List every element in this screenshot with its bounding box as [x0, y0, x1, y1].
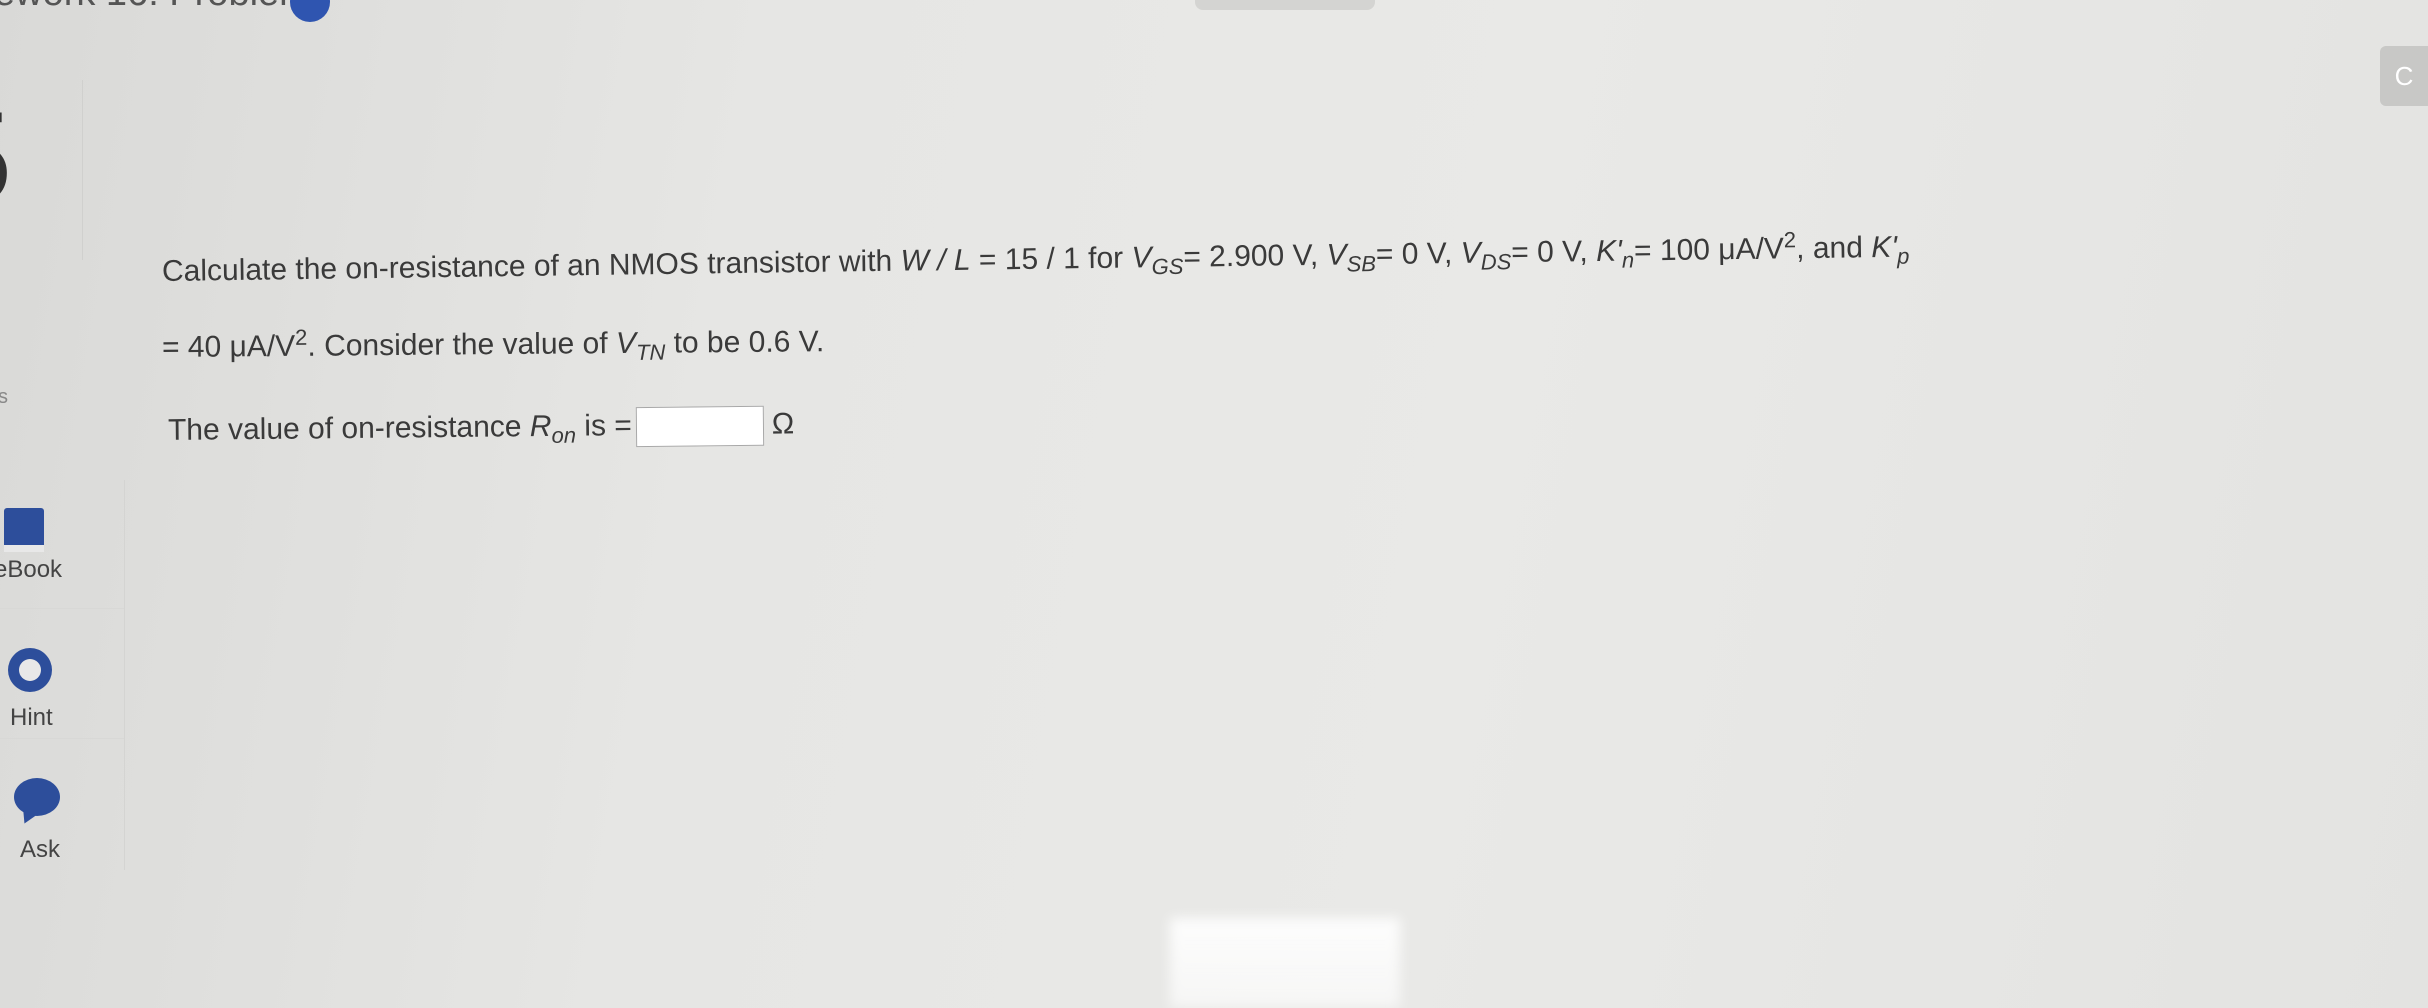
tools-sidebar: eBook Hint Ask — [0, 480, 125, 870]
ebook-button[interactable]: eBook — [0, 480, 124, 609]
ask-label: Ask — [20, 836, 61, 863]
question-text-line-1: Calculate the on-resistance of an NMOS t… — [161, 227, 1910, 288]
screen-glare — [1170, 918, 1400, 1008]
answer-prompt: The value of on-resistance — [167, 410, 531, 447]
book-icon — [4, 508, 44, 552]
hint-button[interactable]: Hint — [0, 610, 124, 739]
hint-label: Hint — [10, 704, 53, 731]
question-number: 5 — [0, 92, 12, 222]
side-text-fragment: s — [0, 386, 8, 408]
ebook-label: eBook — [0, 556, 63, 583]
top-bar: ework 16: Problems — [0, 0, 2428, 48]
speech-bubble-icon — [14, 778, 60, 816]
ask-button[interactable]: Ask — [0, 740, 124, 868]
lifebuoy-icon — [8, 648, 52, 692]
answer-input[interactable] — [635, 405, 765, 448]
unit-label: Ω — [771, 407, 795, 441]
info-icon[interactable] — [290, 0, 330, 22]
question-text-line-2: = 40 μA/V2. Consider the value of VTN to… — [161, 324, 825, 365]
corner-button[interactable]: C — [2380, 46, 2428, 106]
assignment-title: ework 16: Problems — [0, 0, 330, 15]
answer-row: The value of on-resistance Ron is = Ω — [167, 405, 795, 448]
question-number-panel — [0, 80, 83, 260]
top-tab[interactable] — [1195, 0, 1375, 10]
